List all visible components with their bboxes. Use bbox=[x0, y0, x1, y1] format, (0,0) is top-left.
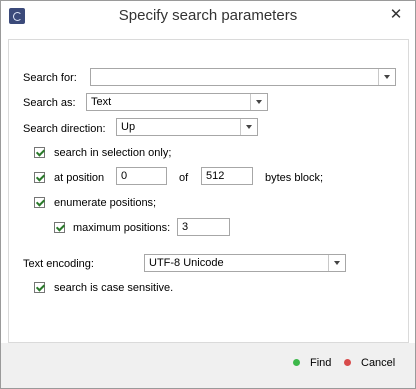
search-direction-dropdown[interactable]: Up bbox=[116, 118, 258, 136]
green-dot-icon bbox=[293, 358, 300, 366]
text-encoding-label: Text encoding: bbox=[23, 258, 94, 270]
search-as-label: Search as: bbox=[23, 97, 76, 109]
case-sensitive-checkbox[interactable] bbox=[34, 282, 45, 293]
search-in-selection-label: search in selection only; bbox=[54, 147, 172, 159]
enumerate-positions-checkbox[interactable] bbox=[34, 197, 45, 208]
at-position-checkbox[interactable] bbox=[34, 172, 45, 183]
maximum-positions-input[interactable]: 3 bbox=[177, 218, 230, 236]
search-for-combobox[interactable] bbox=[90, 68, 396, 86]
text-encoding-value: UTF-8 Unicode bbox=[149, 257, 224, 269]
cancel-button-label: Cancel bbox=[361, 357, 396, 369]
position-of-label: of bbox=[179, 172, 189, 184]
find-button[interactable]: Find bbox=[293, 356, 331, 370]
dialog-title: Specify search parameters bbox=[118, 7, 298, 24]
case-sensitive-label: search is case sensitive. bbox=[54, 282, 174, 294]
cancel-button[interactable]: Cancel bbox=[344, 356, 395, 370]
maximum-positions-label: maximum positions: bbox=[73, 222, 171, 234]
enumerate-positions-label: enumerate positions; bbox=[54, 197, 157, 209]
close-icon[interactable]: ✕ bbox=[388, 7, 404, 23]
at-position-label: at position bbox=[54, 172, 105, 184]
search-for-label: Search for: bbox=[23, 72, 77, 84]
text-encoding-dropdown[interactable]: UTF-8 Unicode bbox=[144, 254, 346, 272]
block-size-input[interactable]: 512 bbox=[201, 167, 253, 185]
search-direction-label: Search direction: bbox=[23, 123, 106, 135]
title-bar: Specify search parameters ✕ bbox=[1, 1, 415, 33]
maximum-positions-checkbox[interactable] bbox=[54, 222, 65, 233]
dialog-window: Specify search parameters ✕ Search for: … bbox=[0, 0, 416, 389]
search-as-dropdown[interactable]: Text bbox=[86, 93, 268, 111]
chevron-down-icon[interactable] bbox=[378, 69, 395, 85]
position-start-input[interactable]: 0 bbox=[116, 167, 167, 185]
search-as-value: Text bbox=[91, 96, 112, 108]
find-button-label: Find bbox=[310, 357, 332, 369]
chevron-down-icon[interactable] bbox=[240, 119, 257, 135]
search-in-selection-checkbox[interactable] bbox=[34, 147, 45, 158]
search-direction-value: Up bbox=[121, 121, 136, 133]
red-dot-icon bbox=[344, 358, 351, 366]
chevron-down-icon[interactable] bbox=[328, 255, 345, 271]
chevron-down-icon[interactable] bbox=[250, 94, 267, 110]
bytes-block-label: bytes block; bbox=[265, 172, 324, 184]
